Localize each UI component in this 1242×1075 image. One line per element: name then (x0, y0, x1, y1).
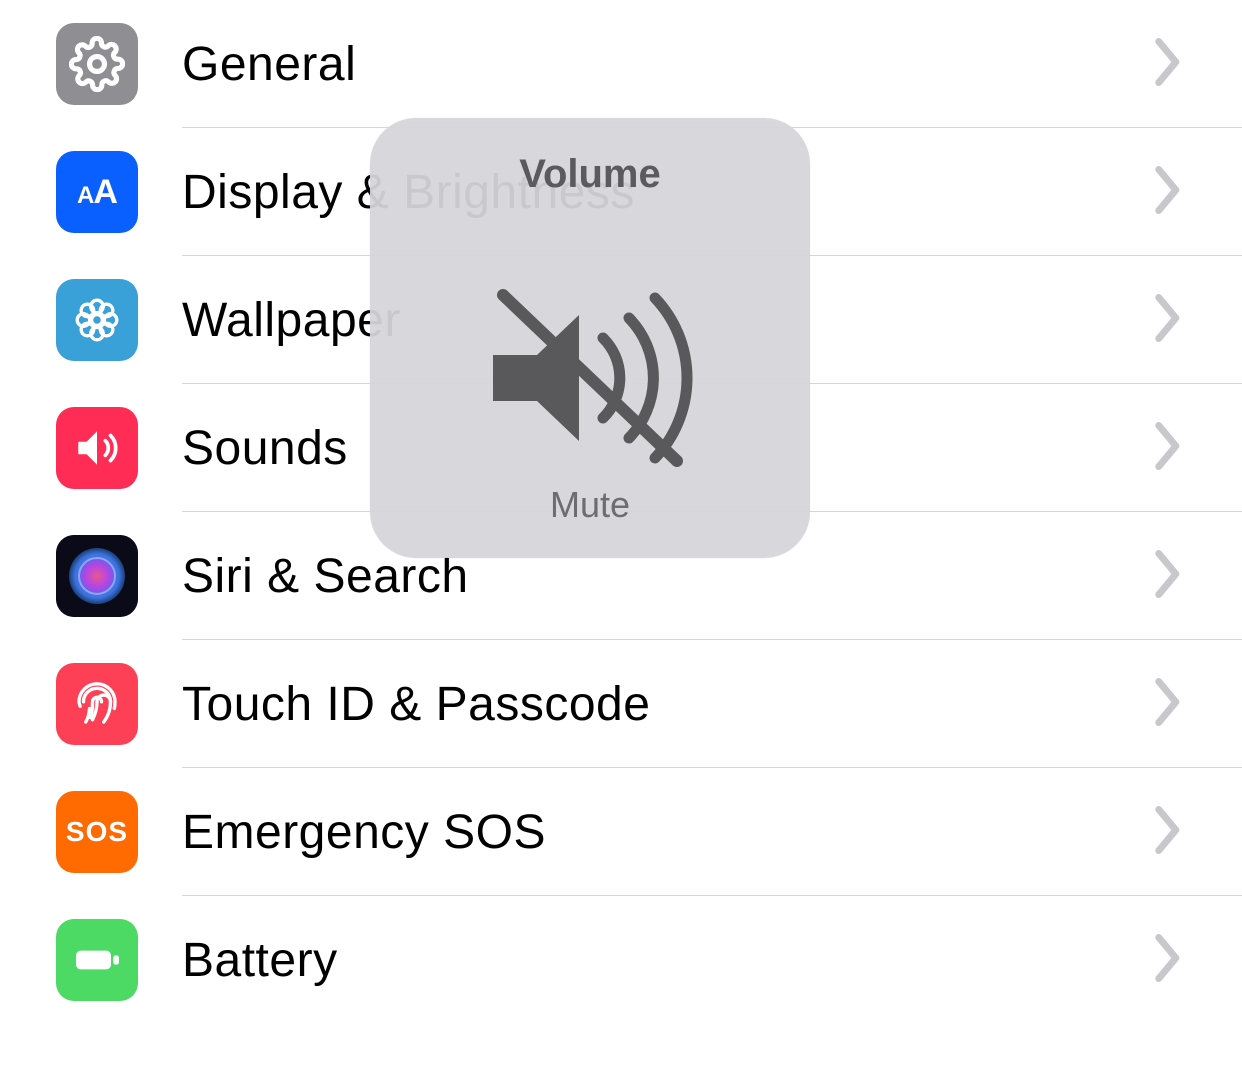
settings-row-label: Battery (182, 933, 1152, 988)
battery-icon (56, 919, 138, 1001)
volume-hud-title: Volume (519, 152, 661, 197)
siri-icon (56, 535, 138, 617)
settings-row-touchid[interactable]: Touch ID & Passcode (0, 640, 1242, 768)
chevron-right-icon (1152, 550, 1186, 603)
volume-hud-subtitle: Mute (550, 484, 630, 526)
settings-row-general[interactable]: General (0, 0, 1242, 128)
chevron-right-icon (1152, 294, 1186, 347)
speaker-icon (56, 407, 138, 489)
settings-row-label: Emergency SOS (182, 805, 1152, 860)
settings-row-label: Touch ID & Passcode (182, 677, 1152, 732)
settings-row-sos[interactable]: SOS Emergency SOS (0, 768, 1242, 896)
chevron-right-icon (1152, 38, 1186, 91)
chevron-right-icon (1152, 166, 1186, 219)
chevron-right-icon (1152, 422, 1186, 475)
gear-icon (56, 23, 138, 105)
chevron-right-icon (1152, 806, 1186, 859)
settings-row-label: General (182, 37, 1152, 92)
chevron-right-icon (1152, 678, 1186, 731)
sos-icon: SOS (56, 791, 138, 873)
flower-icon (56, 279, 138, 361)
settings-row-battery[interactable]: Battery (0, 896, 1242, 1024)
volume-hud: Volume Mute (370, 118, 810, 558)
fingerprint-icon (56, 663, 138, 745)
text-size-icon: AA (56, 151, 138, 233)
chevron-right-icon (1152, 934, 1186, 987)
